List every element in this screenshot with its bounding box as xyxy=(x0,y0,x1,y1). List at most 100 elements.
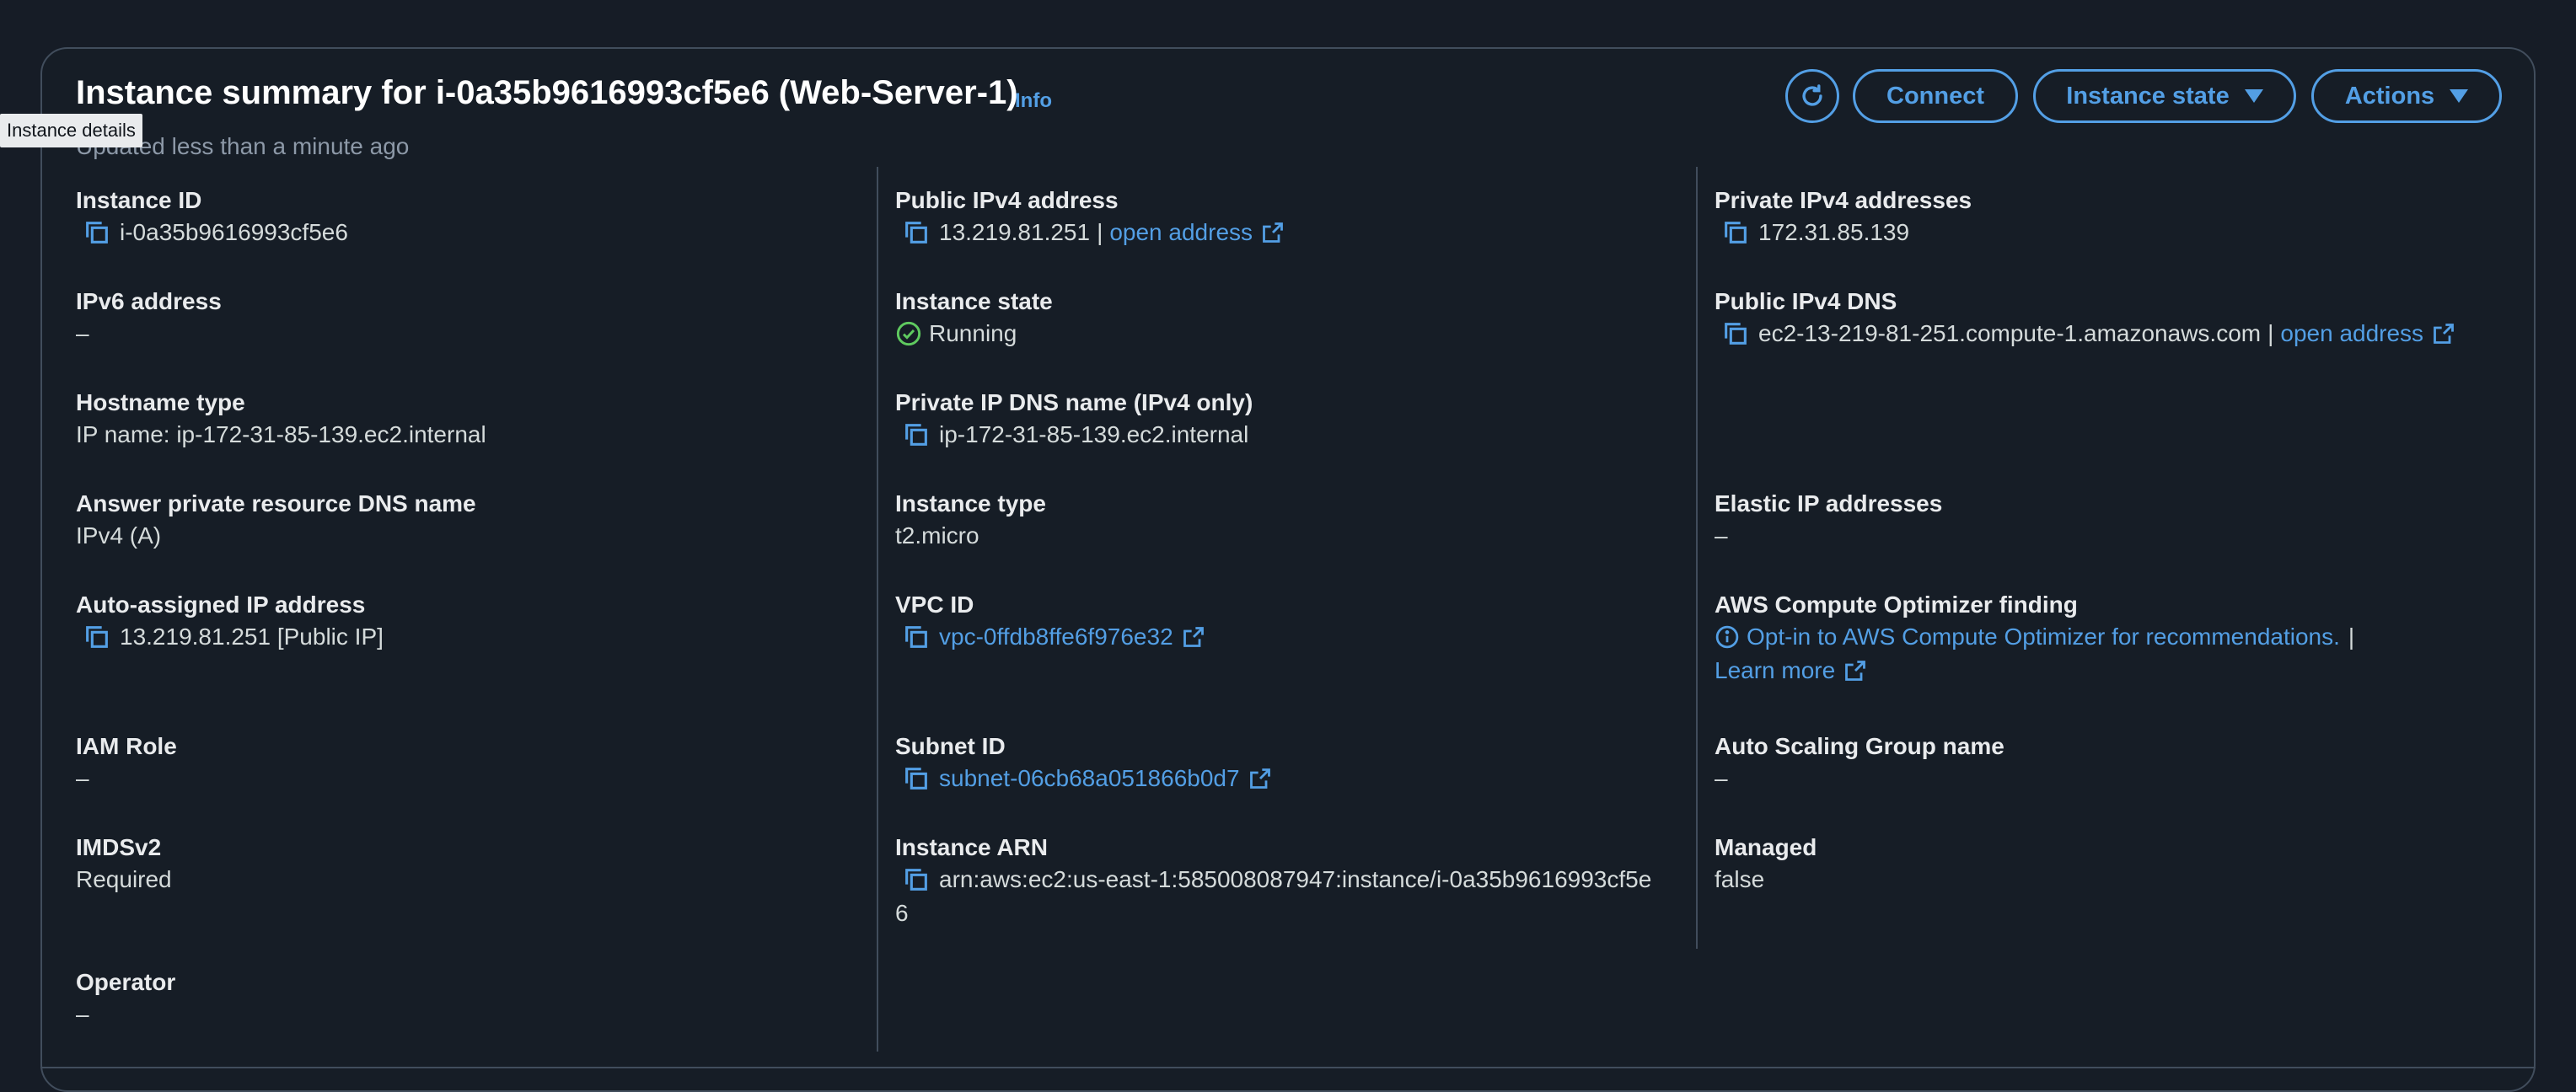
instance-arn-value-wrap: 6 xyxy=(895,900,909,926)
instance-arn-value: arn:aws:ec2:us-east-1:585008087947:insta… xyxy=(939,866,1652,892)
external-link-icon[interactable] xyxy=(1843,659,1867,682)
hostname-type-field: Hostname type IP name: ip-172-31-85-139.… xyxy=(76,388,486,452)
field-label: Public IPv4 address xyxy=(895,187,1119,213)
copy-icon[interactable] xyxy=(1721,319,1750,348)
field-label: Elastic IP addresses xyxy=(1715,490,1943,517)
instance-arn-field: Instance ARN arn:aws:ec2:us-east-1:58500… xyxy=(895,832,1651,930)
private-dns-value: ip-172-31-85-139.ec2.internal xyxy=(939,421,1249,447)
field-label: Private IPv4 addresses xyxy=(1715,187,1972,213)
vpc-id-link[interactable]: vpc-0ffdb8ffe6f976e32 xyxy=(939,620,1173,654)
asg-field: Auto Scaling Group name – xyxy=(1715,731,2004,795)
hostname-type-value: IP name: ip-172-31-85-139.ec2.internal xyxy=(76,421,486,447)
answer-dns-value: IPv4 (A) xyxy=(76,522,162,549)
copy-icon[interactable] xyxy=(83,218,111,247)
instance-summary-panel xyxy=(40,47,2536,1092)
elastic-ip-value: – xyxy=(1715,522,1728,549)
iam-role-value: – xyxy=(76,765,89,791)
operator-value: – xyxy=(76,1001,89,1027)
private-ipv4-value: 172.31.85.139 xyxy=(1758,219,1910,245)
column-divider xyxy=(877,167,878,1052)
copy-icon[interactable] xyxy=(902,218,931,247)
subnet-id-link[interactable]: subnet-06cb68a051866b0d7 xyxy=(939,762,1240,795)
answer-dns-field: Answer private resource DNS name IPv4 (A… xyxy=(76,489,476,553)
field-label: Instance state xyxy=(895,288,1053,314)
ipv6-value: – xyxy=(76,320,89,346)
learn-more-link[interactable]: Learn more xyxy=(1715,654,1835,688)
instance-id-field: Instance ID i-0a35b9616993cf5e6 xyxy=(76,185,348,249)
field-label: Private IP DNS name (IPv4 only) xyxy=(895,389,1253,415)
connect-button[interactable]: Connect xyxy=(1853,69,2018,123)
field-label: Instance ID xyxy=(76,187,202,213)
public-dns-value: ec2-13-219-81-251.compute-1.amazonaws.co… xyxy=(1758,320,2262,346)
instance-state-label: Instance state xyxy=(2066,82,2230,110)
imdsv2-field: IMDSv2 Required xyxy=(76,832,172,897)
copy-icon[interactable] xyxy=(1721,218,1750,247)
instance-id-value: i-0a35b9616993cf5e6 xyxy=(120,219,348,245)
panel-bottom-divider xyxy=(40,1067,2536,1068)
instance-state-button[interactable]: Instance state xyxy=(2033,69,2296,123)
separator: | xyxy=(1097,219,1103,245)
separator: | xyxy=(2267,320,2274,346)
copy-icon[interactable] xyxy=(902,420,931,449)
open-address-link[interactable]: open address xyxy=(1109,216,1253,249)
check-circle-icon xyxy=(896,321,921,346)
public-dns-field: Public IPv4 DNS ec2-13-219-81-251.comput… xyxy=(1715,286,2455,351)
info-link[interactable]: Info xyxy=(1015,89,1052,113)
elastic-ip-field: Elastic IP addresses – xyxy=(1715,489,1942,553)
subnet-id-field: Subnet ID subnet-06cb68a051866b0d7 xyxy=(895,731,1272,795)
field-label: Instance type xyxy=(895,490,1046,517)
operator-field: Operator – xyxy=(76,967,175,1031)
optimizer-opt-in-link[interactable]: Opt-in to AWS Compute Optimizer for reco… xyxy=(1747,620,2340,654)
connect-label: Connect xyxy=(1886,82,1984,110)
caret-down-icon xyxy=(2244,89,2263,103)
auto-ip-value: 13.219.81.251 [Public IP] xyxy=(120,624,384,650)
tooltip: Instance details xyxy=(0,114,142,147)
separator: | xyxy=(2348,624,2355,650)
field-label: AWS Compute Optimizer finding xyxy=(1715,592,2078,618)
iam-role-field: IAM Role – xyxy=(76,731,177,795)
field-label: VPC ID xyxy=(895,592,974,618)
copy-icon[interactable] xyxy=(902,623,931,651)
info-icon xyxy=(1715,625,1739,649)
external-link-icon[interactable] xyxy=(2432,322,2455,345)
ipv6-field: IPv6 address – xyxy=(76,286,222,351)
field-label: Instance ARN xyxy=(895,834,1049,860)
private-ipv4-field: Private IPv4 addresses 172.31.85.139 xyxy=(1715,185,1972,249)
column-divider xyxy=(1696,167,1698,949)
open-address-link[interactable]: open address xyxy=(2280,317,2423,351)
compute-optimizer-field: AWS Compute Optimizer finding Opt-in to … xyxy=(1715,590,2354,688)
copy-icon[interactable] xyxy=(83,623,111,651)
page-title: Instance summary for i-0a35b9616993cf5e6… xyxy=(76,74,1018,111)
refresh-icon xyxy=(1802,84,1822,106)
caret-down-icon xyxy=(2450,89,2469,103)
external-link-icon[interactable] xyxy=(1248,767,1272,790)
field-label: Hostname type xyxy=(76,389,245,415)
asg-value: – xyxy=(1715,765,1728,791)
actions-button[interactable]: Actions xyxy=(2311,69,2502,123)
external-link-icon[interactable] xyxy=(1182,625,1205,649)
private-dns-field: Private IP DNS name (IPv4 only) ip-172-3… xyxy=(895,388,1253,452)
field-label: Operator xyxy=(76,969,176,995)
field-label: Auto Scaling Group name xyxy=(1715,733,2004,759)
field-label: Managed xyxy=(1715,834,1817,860)
field-label: Public IPv4 DNS xyxy=(1715,288,1897,314)
copy-icon[interactable] xyxy=(902,764,931,793)
field-label: Auto-assigned IP address xyxy=(76,592,366,618)
public-ipv4-value: 13.219.81.251 xyxy=(939,219,1091,245)
field-label: IMDSv2 xyxy=(76,834,162,860)
instance-state-field: Instance state Running xyxy=(895,286,1053,351)
actions-label: Actions xyxy=(2344,82,2435,110)
external-link-icon[interactable] xyxy=(1261,221,1285,244)
instance-type-value: t2.micro xyxy=(895,522,979,549)
refresh-button[interactable] xyxy=(1785,69,1839,123)
auto-ip-field: Auto-assigned IP address 13.219.81.251 [… xyxy=(76,590,384,654)
public-ipv4-field: Public IPv4 address 13.219.81.251 | open… xyxy=(895,185,1285,249)
field-label: IPv6 address xyxy=(76,288,222,314)
field-label: Answer private resource DNS name xyxy=(76,490,476,517)
field-label: Subnet ID xyxy=(895,733,1006,759)
instance-type-field: Instance type t2.micro xyxy=(895,489,1046,553)
vpc-id-field: VPC ID vpc-0ffdb8ffe6f976e32 xyxy=(895,590,1205,654)
field-label: IAM Role xyxy=(76,733,177,759)
managed-field: Managed false xyxy=(1715,832,1817,897)
copy-icon[interactable] xyxy=(902,865,931,894)
